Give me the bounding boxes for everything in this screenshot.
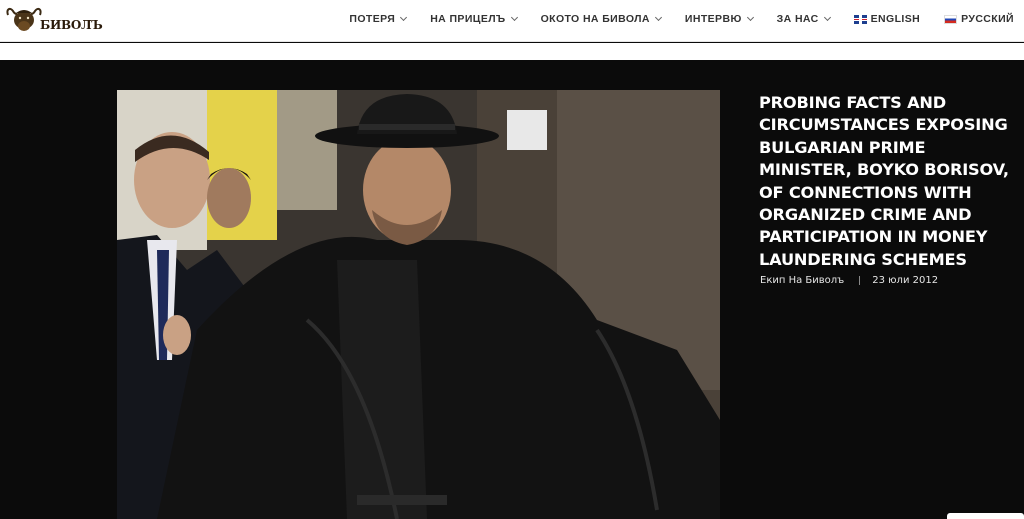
article-author[interactable]: Екип На Биволъ (760, 275, 844, 286)
logo-text: БИВОЛЪ (40, 18, 103, 32)
bison-logo-icon (6, 7, 42, 31)
nav-item-label: ЗА НАС (776, 13, 819, 25)
nav-item-label: ИНТЕРВЮ (684, 13, 742, 25)
article-meta: Екип На Биволъ 23 юли 2012 (760, 275, 938, 286)
article-photo[interactable] (117, 90, 720, 519)
nav-item-intervyu[interactable]: ИНТЕРВЮ (684, 13, 754, 25)
language-label: ENGLISH (870, 13, 921, 25)
nav-item-okoto-na-bivola[interactable]: ОКОТО НА БИВОЛА (540, 13, 662, 25)
nav-item-potera[interactable]: ПОТЕРЯ (349, 13, 408, 25)
language-label: РУССКИЙ (961, 13, 1014, 25)
chevron-down-icon (400, 13, 408, 22)
uk-flag-icon (853, 14, 867, 24)
nav-item-label: ПОТЕРЯ (349, 13, 396, 25)
scroll-corner-tab (947, 513, 1024, 519)
nav-item-label: НА ПРИЦЕЛЪ (430, 13, 506, 25)
article-photo-image (117, 90, 720, 519)
header-spacer (0, 43, 1024, 60)
site-header: БИВОЛЪ ПОТЕРЯ НА ПРИЦЕЛЪ ОКОТО НА БИВОЛА… (0, 0, 1024, 42)
nav-item-na-pricela[interactable]: НА ПРИЦЕЛЪ (430, 13, 518, 25)
meta-separator (859, 276, 861, 285)
chevron-down-icon (823, 13, 831, 22)
russia-flag-icon (944, 14, 958, 24)
language-russian[interactable]: РУССКИЙ (944, 13, 1014, 25)
language-english[interactable]: ENGLISH (853, 13, 921, 25)
chevron-down-icon (746, 13, 754, 22)
article-title[interactable]: PROBING FACTS AND CIRCUMSTANCES EXPOSING… (759, 92, 1021, 271)
nav-item-za-nas[interactable]: ЗА НАС (776, 13, 831, 25)
chevron-down-icon (654, 13, 662, 22)
nav-item-label: ОКОТО НА БИВОЛА (540, 13, 650, 25)
main-nav: ПОТЕРЯ НА ПРИЦЕЛЪ ОКОТО НА БИВОЛА ИНТЕРВ… (325, 0, 1014, 38)
chevron-down-icon (510, 13, 518, 22)
article-date: 23 юли 2012 (872, 275, 939, 286)
site-logo[interactable]: БИВОЛЪ (4, 4, 103, 36)
